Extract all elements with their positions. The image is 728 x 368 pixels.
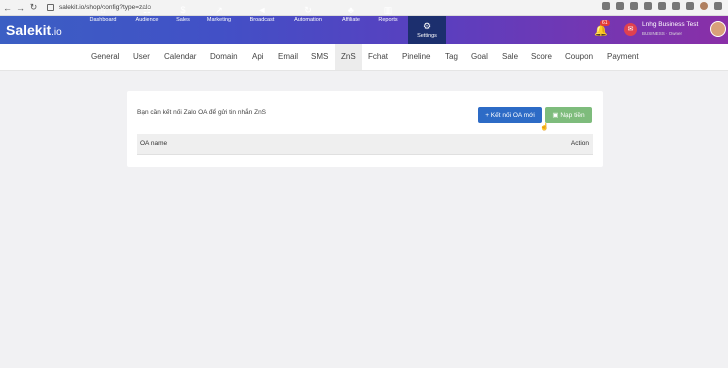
nav-settings[interactable]: ⚙ Settings [408,16,446,44]
nav-audience[interactable]: ☷ Audience [130,0,164,28]
nav-broadcast[interactable]: ◄ Broadcast [245,0,279,28]
tab-tag[interactable]: Tag [445,44,458,70]
automation-icon: ↻ [304,5,312,15]
lock-icon [47,4,54,11]
tab-score[interactable]: Score [531,44,552,70]
dollar-icon: $ [180,5,186,15]
tab-zns[interactable]: ZnS [335,44,362,70]
profile-avatar-icon[interactable] [700,2,708,10]
sidebar-icon[interactable] [686,2,694,10]
topup-button[interactable]: ▣ Nạp tiền [545,107,592,123]
tab-api[interactable]: Api [252,44,264,70]
mail-icon[interactable]: ✉ [624,23,637,36]
zalo-oa-card [127,91,603,167]
share-icon[interactable] [616,2,624,10]
tab-general[interactable]: General [91,44,119,70]
nav-reports[interactable]: ▥ Reports [374,0,402,28]
audience-icon: ☷ [142,5,152,15]
tab-pineline[interactable]: Pineline [402,44,430,70]
nav-affiliate[interactable]: ♣ Affiliate [337,0,365,28]
gear-icon: ⚙ [422,21,432,31]
translate-icon[interactable] [602,2,610,10]
tab-calendar[interactable]: Calendar [164,44,196,70]
tab-sms[interactable]: SMS [311,44,328,70]
tab-coupon[interactable]: Coupon [565,44,593,70]
tab-goal[interactable]: Goal [471,44,488,70]
reload-icon[interactable]: ↻ [28,2,39,13]
tab-email[interactable]: Email [278,44,298,70]
menu-icon[interactable] [714,2,722,10]
forward-icon[interactable]: → [15,3,26,13]
puzzle-icon[interactable] [672,2,680,10]
megaphone-icon: ◄ [257,5,267,15]
tab-payment[interactable]: Payment [607,44,639,70]
connect-message: Bạn cần kết nối Zalo OA để gửi tin nhắn … [137,109,267,116]
oa-table-header: OA name Action [137,134,593,155]
nav-marketing[interactable]: ↗ Marketing [203,0,235,28]
tab-domain[interactable]: Domain [210,44,238,70]
camera-icon[interactable] [658,2,666,10]
tab-sale[interactable]: Sale [502,44,518,70]
browser-extensions [602,2,722,10]
bar-chart-icon: ▥ [383,5,393,15]
tab-fchat[interactable]: Fchat [368,44,388,70]
nav-sales[interactable]: $ Sales [170,0,196,28]
star-icon[interactable] [630,2,638,10]
user-avatar[interactable] [710,21,726,37]
salekit-logo[interactable]: Salekit.io [6,22,62,38]
business-name[interactable]: Lnhg Business Test [642,21,698,28]
hand-cursor-icon: ☝ [540,124,549,131]
nav-dashboard[interactable]: ⌂ Dashboard [86,0,120,28]
extension-icon[interactable] [644,2,652,10]
nav-automation[interactable]: ↻ Automation [290,0,326,28]
tab-user[interactable]: User [133,44,150,70]
col-action: Action [570,140,589,147]
connect-oa-button[interactable]: + Kết nối OA mới [478,107,542,123]
dashboard-icon: ⌂ [100,5,106,15]
affiliate-icon: ♣ [348,5,354,15]
notification-badge: 61 [600,20,610,26]
chart-up-icon: ↗ [215,5,223,15]
col-oa-name: OA name [140,140,168,147]
business-role: BUSINESS · Owner [642,31,683,36]
back-icon[interactable]: ← [2,3,13,13]
